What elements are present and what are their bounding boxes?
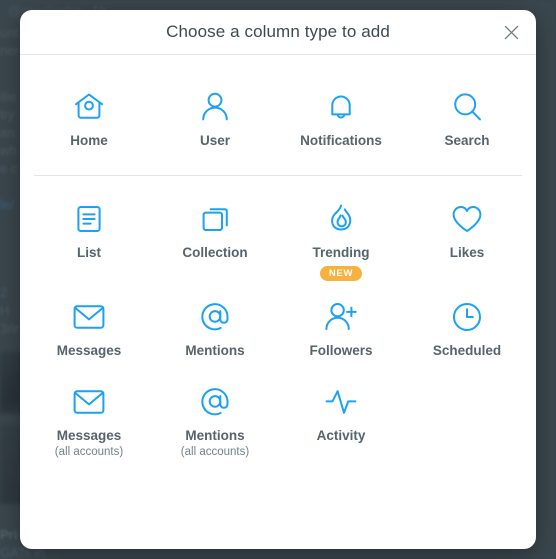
close-button[interactable] (496, 17, 526, 47)
column-type-label: Home (70, 133, 108, 148)
close-icon (503, 24, 520, 41)
column-type-grid-all-accounts: Messages (all accounts) Mentions (all accou… (20, 359, 536, 459)
column-type-sublabel: (all accounts) (180, 446, 250, 458)
column-type-followers[interactable]: Followers (278, 297, 404, 359)
at-icon (199, 382, 231, 422)
column-type-label: Messages (56, 428, 122, 443)
clock-icon (451, 297, 483, 337)
page-title: Choose a column type to add (166, 22, 390, 41)
column-type-label: Mentions (185, 343, 245, 358)
column-type-label: Scheduled (432, 343, 502, 358)
column-type-list[interactable]: List (26, 199, 152, 281)
column-type-likes[interactable]: Likes (404, 199, 530, 281)
activity-icon (324, 382, 358, 422)
collection-icon (199, 199, 231, 239)
user-plus-icon (324, 297, 358, 337)
column-type-label: Search (444, 133, 490, 148)
column-type-collection[interactable]: Collection (152, 199, 278, 281)
column-type-user[interactable]: User (152, 87, 278, 149)
column-type-activity[interactable]: Activity (278, 382, 404, 459)
column-type-grid-primary: Home User Notifications Search (20, 55, 536, 175)
column-type-notifications[interactable]: Notifications (278, 87, 404, 149)
column-type-search[interactable]: Search (404, 87, 530, 149)
column-type-label: Mentions (185, 428, 245, 443)
column-type-grid-content: List Collection Trending NEW Likes (20, 176, 536, 281)
column-type-home[interactable]: Home (26, 87, 152, 149)
user-icon (200, 87, 230, 127)
status-badge: NEW (319, 266, 363, 281)
envelope-icon (72, 297, 106, 337)
column-type-label: List (76, 245, 101, 260)
at-icon (199, 297, 231, 337)
column-type-messages-all-accounts[interactable]: Messages (all accounts) (26, 382, 152, 459)
home-icon (72, 87, 106, 127)
column-type-sublabel: (all accounts) (54, 446, 124, 458)
search-icon (451, 87, 483, 127)
column-type-grid-social: Messages Mentions Followers Scheduled (20, 281, 536, 359)
column-type-scheduled[interactable]: Scheduled (404, 297, 530, 359)
envelope-icon (72, 382, 106, 422)
column-type-mentions-all-accounts[interactable]: Mentions (all accounts) (152, 382, 278, 459)
column-type-label: Messages (56, 343, 122, 358)
flame-icon (327, 199, 355, 239)
column-type-modal: Choose a column type to add Home User Noti… (20, 10, 536, 549)
modal-body: Home User Notifications Search List Collecti… (20, 55, 536, 459)
modal-header: Choose a column type to add (20, 10, 536, 55)
column-type-label: Likes (449, 245, 485, 260)
column-type-label: Collection (182, 245, 248, 260)
column-type-trending[interactable]: Trending NEW (278, 199, 404, 281)
heart-icon (451, 199, 483, 239)
column-type-label: User (199, 133, 231, 148)
column-type-messages[interactable]: Messages (26, 297, 152, 359)
bell-icon (326, 87, 356, 127)
column-type-label: Notifications (300, 133, 382, 148)
column-type-label: Followers (309, 343, 373, 358)
column-type-label: Trending (312, 245, 370, 260)
column-type-label: Activity (316, 428, 366, 443)
column-type-mentions[interactable]: Mentions (152, 297, 278, 359)
list-icon (74, 199, 104, 239)
